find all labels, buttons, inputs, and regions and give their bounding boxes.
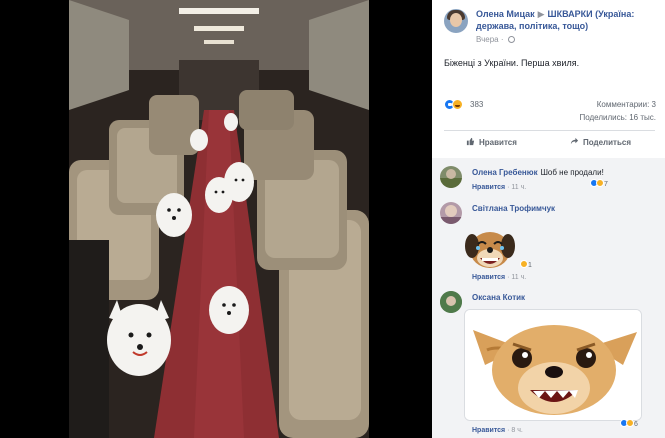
post-time[interactable]: Вчера [476,35,499,44]
comments-section: Олена Гребенюк Шоб не продали! Нравится ·… [432,158,665,438]
divider [444,130,655,131]
shares-count[interactable]: Поделились: 16 тыс. [579,113,656,122]
comment: Оксана Котик 6 Нравится · 8 ч. [440,291,660,436]
post-photo[interactable] [69,0,369,438]
like-label: Нравится [479,138,517,147]
comment-like-link[interactable]: Нравится [472,274,505,281]
comment-time[interactable]: 11 ч. [511,274,526,281]
bus-with-dogs-image [69,0,369,438]
post-meta: Вчера · [476,35,515,44]
comment-time[interactable]: 8 ч. [511,427,522,434]
author-avatar[interactable] [444,9,468,33]
author-line: Олена Мицак ▶ ШКВАРКИ (Україна: держава, п… [476,8,661,32]
comment-text: Шоб не продали! [540,168,604,177]
haha-reaction-icon [596,179,604,187]
comment: Світлана Трофимчук 1 Нравится · 11 ч. [440,202,660,282]
comment-meta: Нравится · 11 ч. [472,274,527,281]
share-label: Поделиться [583,138,632,147]
share-button[interactable]: Поделиться [570,137,631,147]
author-name[interactable]: Олена Мицак [476,9,535,19]
post-header: Олена Мицак ▶ ШКВАРКИ (Україна: держава, п… [432,0,665,52]
comment-author[interactable]: Олена Гребенюк Шоб не продали! [472,168,604,177]
angry-chihuahua-sticker[interactable] [464,309,642,421]
haha-reaction-icon [452,99,463,110]
comment-reactions[interactable]: 7 [590,179,608,188]
share-arrow-icon [570,137,579,145]
comment-author[interactable]: Світлана Трофимчук [472,204,555,213]
reactions-summary: 383 Комментарии: 3 Поделились: 16 тыс. [444,99,656,123]
comment-author[interactable]: Оксана Котик [472,293,525,302]
comment-time[interactable]: 11 ч. [511,184,526,191]
reactions-count[interactable]: 383 [470,100,483,109]
laughing-dog-sticker[interactable] [464,228,516,272]
post-text: Біженці з України. Перша хвиля. [444,58,580,68]
triangle-right-icon: ▶ [537,9,545,19]
post-actions: Нравится Поделиться [444,133,655,155]
post-panel: Олена Мицак ▶ ШКВАРКИ (Україна: держава, п… [432,0,665,438]
comment-like-link[interactable]: Нравится [472,427,505,434]
comment-meta: Нравится · 11 ч. [472,184,527,191]
comment-like-link[interactable]: Нравится [472,184,505,191]
globe-icon [507,36,515,43]
like-button[interactable]: Нравится [466,137,517,147]
haha-reaction-icon [626,419,634,427]
comment-meta: Нравится · 8 ч. [472,427,523,434]
comment: Олена Гребенюк Шоб не продали! Нравится ·… [440,166,660,204]
commenter-avatar[interactable] [440,202,462,224]
comment-reactions[interactable]: 1 [520,260,532,269]
haha-reaction-icon [520,260,528,268]
thumbs-up-icon [466,137,475,146]
photo-viewer: Олена Мицак ▶ ШКВАРКИ (Україна: держава, п… [0,0,665,438]
comments-count[interactable]: Комментарии: 3 [597,100,656,109]
comment-reactions[interactable]: 6 [620,419,638,428]
commenter-avatar[interactable] [440,291,462,313]
commenter-avatar[interactable] [440,166,462,188]
